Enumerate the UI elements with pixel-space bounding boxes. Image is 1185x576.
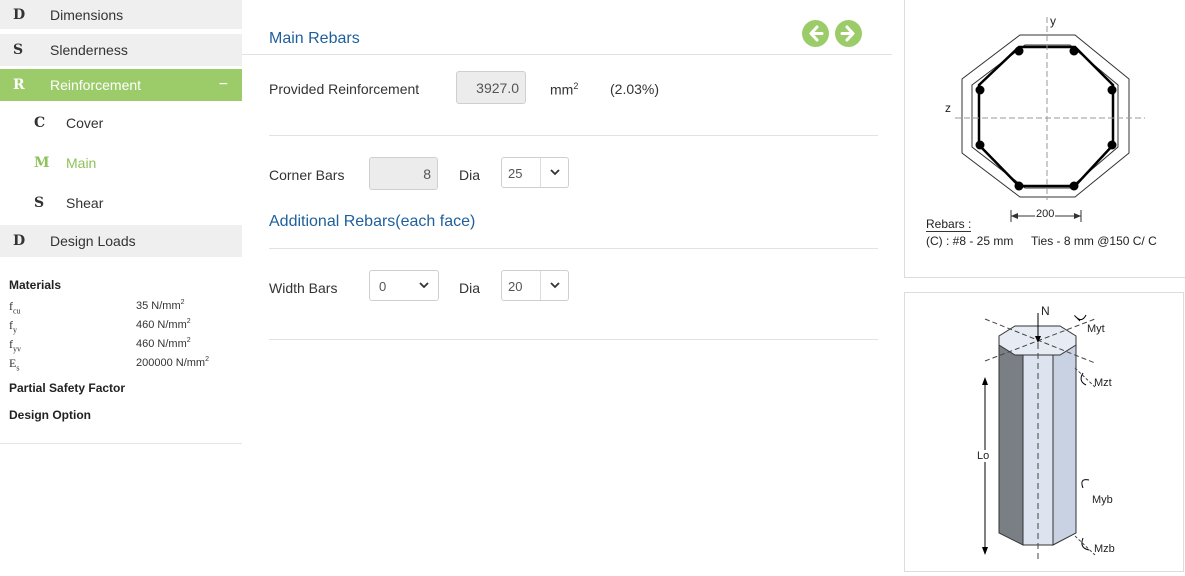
chevron-down-icon (540, 158, 568, 187)
column-diagram-panel: N Myt Mzt Myb Mzb Lo (904, 292, 1184, 572)
sidebar-item-cover[interactable]: C Cover (0, 107, 242, 139)
sidebar-item-shear[interactable]: S Shear (0, 187, 242, 219)
divider (269, 248, 878, 249)
reinforcement-percent: (2.03%) (610, 81, 660, 97)
z-axis-label: z (945, 101, 951, 115)
moment-myt-label: Myt (1087, 323, 1105, 335)
chevron-down-icon (410, 271, 438, 300)
column-3d-diagram (982, 313, 1096, 563)
arrow-left-icon (809, 25, 824, 42)
arrow-right-icon (840, 25, 855, 42)
divider (242, 54, 892, 55)
material-fcu: fcu 35 N/mm2 (9, 297, 239, 316)
ties-detail: Ties - 8 mm @150 C/ C (1031, 234, 1157, 248)
sidebar-item-label: Design Loads (50, 233, 136, 249)
provided-reinforcement-field: 3927.0 (456, 71, 526, 104)
sidebar-item-slenderness[interactable]: S Slenderness (0, 34, 242, 66)
axial-load-label: N (1041, 304, 1050, 318)
sidebar-item-label: Main (66, 155, 97, 171)
dia-label: Dia (459, 280, 481, 296)
dimension-label: 200 (1035, 208, 1056, 220)
rebars-detail: (C) : #8 - 25 mm (926, 234, 1014, 248)
back-button[interactable] (802, 20, 829, 47)
width-dia-select[interactable]: 20 (501, 270, 569, 301)
moment-mzt-label: Mzt (1094, 377, 1112, 389)
moment-mzb-label: Mzb (1094, 543, 1115, 555)
section-diagram-panel: y z 200 Rebars : (C) : #8 - 25 mm Ties -… (904, 0, 1185, 278)
select-value: 0 (379, 279, 387, 294)
chevron-down-icon (540, 271, 568, 300)
nav-letter: C (34, 115, 46, 131)
sidebar-item-label: Reinforcement (50, 77, 142, 93)
main-rebars-title: Main Rebars (269, 30, 360, 47)
nav-letter: S (13, 42, 24, 58)
material-value: 460 N/mm2 (136, 318, 191, 331)
corner-bars-field: 8 (369, 157, 438, 190)
material-value: 460 N/mm2 (136, 337, 191, 350)
material-fy: fy 460 N/mm2 (9, 316, 239, 335)
sidebar-item-dimensions[interactable]: D Dimensions (0, 0, 242, 29)
sidebar-item-label: Dimensions (50, 6, 124, 23)
sidebar-item-label: Shear (66, 195, 104, 211)
additional-rebars-title: Additional Rebars(each face) (269, 213, 476, 230)
sidebar-item-label: Slenderness (50, 42, 128, 58)
material-symbol: fy (9, 318, 17, 335)
corner-bars-label: Corner Bars (269, 167, 345, 183)
y-axis-label: y (1050, 14, 1056, 28)
select-value: 20 (508, 279, 523, 294)
material-value: 200000 N/mm2 (136, 356, 209, 369)
sidebar-item-label: Cover (66, 115, 104, 131)
provided-unit: mm2 (550, 81, 579, 98)
next-button[interactable] (835, 20, 862, 47)
select-value: 25 (508, 166, 523, 181)
rebars-label: Rebars : (926, 217, 972, 232)
design-option-link[interactable]: Design Option (9, 408, 91, 422)
dia-label: Dia (459, 167, 481, 183)
sidebar-item-reinforcement[interactable]: R Reinforcement − (0, 69, 242, 101)
width-bars-label: Width Bars (269, 280, 338, 296)
material-es: Es 200000 N/mm2 (9, 354, 239, 373)
divider (0, 443, 242, 444)
material-fyv: fyv 460 N/mm2 (9, 335, 239, 354)
sidebar: D Dimensions S Slenderness R Reinforceme… (0, 0, 242, 576)
partial-safety-factor-link[interactable]: Partial Safety Factor (9, 381, 125, 395)
divider (269, 135, 878, 136)
provided-reinforcement-label: Provided Reinforcement (269, 81, 420, 97)
sidebar-item-main[interactable]: M Main (0, 147, 242, 179)
nav-letter: S (34, 195, 45, 211)
width-bars-select[interactable]: 0 (369, 270, 439, 301)
moment-myb-label: Myb (1092, 494, 1113, 506)
length-label: Lo (977, 450, 990, 462)
nav-letter: R (13, 77, 25, 93)
material-symbol: fcu (9, 299, 21, 316)
materials-title[interactable]: Materials (9, 278, 61, 292)
sidebar-item-design-loads[interactable]: D Design Loads (0, 225, 242, 257)
corner-dia-select[interactable]: 25 (501, 157, 569, 188)
divider (269, 339, 878, 340)
nav-letter: M (34, 155, 50, 171)
material-symbol: Es (9, 356, 20, 373)
material-symbol: fyv (9, 337, 21, 354)
collapse-icon[interactable]: − (219, 76, 228, 94)
nav-letter: D (13, 6, 26, 23)
nav-letter: D (13, 233, 26, 249)
material-value: 35 N/mm2 (136, 299, 185, 312)
